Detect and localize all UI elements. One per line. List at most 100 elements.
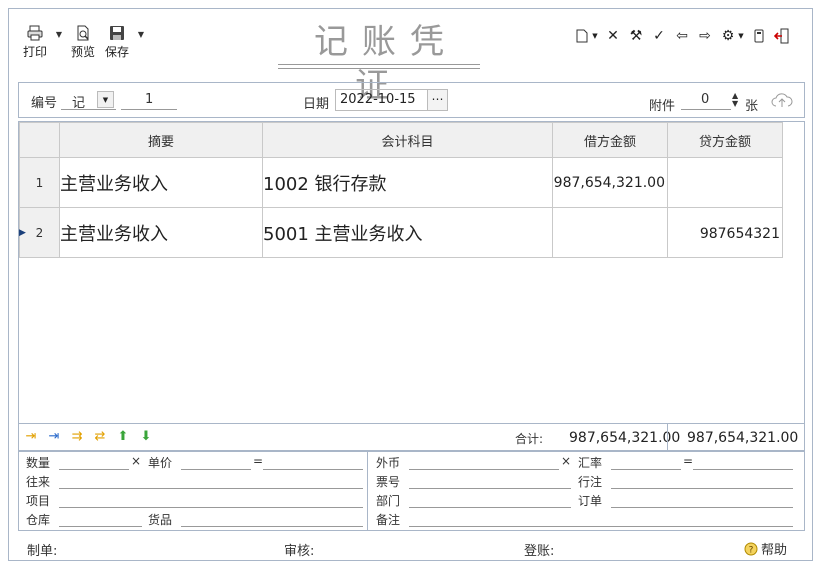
preview-icon (74, 24, 92, 42)
delete-icon[interactable]: ✕ (605, 28, 621, 44)
voucher-type-dropdown-icon[interactable]: ▼ (97, 91, 114, 108)
date-label: 日期 (303, 97, 330, 112)
new-dropdown-icon[interactable]: ▼ (592, 28, 598, 44)
attachment-underline (681, 109, 731, 110)
order-input[interactable] (611, 507, 793, 508)
column-header-debit: 借方金额 (552, 122, 668, 158)
table-row[interactable]: 1 主营业务收入 1002 银行存款 987,654,321.00 (19, 157, 783, 208)
contact-input[interactable] (59, 488, 363, 489)
posted-by-label: 登账: (524, 544, 555, 559)
voucher-number-underline (121, 109, 177, 110)
copy-row-icon[interactable]: ⇉ (69, 429, 85, 444)
save-button[interactable]: 保存 (102, 24, 132, 60)
remark-input[interactable] (409, 526, 793, 527)
department-input[interactable] (409, 507, 571, 508)
attachment-count-input[interactable]: 0 (701, 92, 709, 107)
settings-icon[interactable]: ⚙ (720, 28, 736, 44)
goods-input[interactable] (181, 526, 363, 527)
insert-row-icon[interactable]: ⇥ (23, 429, 39, 444)
times-sign-2: × (561, 454, 572, 468)
voucher-header: 编号 记 ▼ 1 日期 2022-10-15 ⋯ 附件 0 ▲ ▼ 张 (18, 82, 805, 118)
unit-price-label: 单价 (148, 456, 173, 470)
unit-price-input[interactable] (181, 469, 251, 470)
total-debit: 987,654,321.00 (569, 430, 681, 446)
voucher-number-input[interactable]: 1 (145, 92, 153, 107)
bill-number-input[interactable] (409, 488, 571, 489)
debit-cell[interactable] (552, 207, 668, 258)
warehouse-label: 仓库 (26, 513, 51, 527)
voucher-type-underline (61, 109, 116, 110)
foreign-currency-input[interactable] (409, 469, 559, 470)
quantity-input[interactable] (59, 469, 129, 470)
floppy-disk-icon (108, 24, 126, 42)
number-label: 编号 (31, 96, 58, 111)
print-button[interactable]: 打印 (20, 24, 50, 60)
quantity-label: 数量 (26, 456, 51, 470)
help-label: 帮助 (761, 543, 788, 558)
swap-rows-icon[interactable]: ⇄ (92, 429, 108, 444)
project-input[interactable] (59, 507, 363, 508)
bill-number-label: 票号 (376, 475, 401, 489)
row-number-header (19, 122, 60, 158)
table-row[interactable]: ▶ 2 主营业务收入 5001 主营业务收入 987654321 (19, 207, 783, 258)
print-label: 打印 (22, 45, 47, 59)
totals-divider (667, 424, 668, 451)
exchange-rate-input[interactable] (611, 469, 681, 470)
bank-note-label: 行注 (578, 475, 603, 489)
times-sign: × (131, 454, 142, 468)
help-button[interactable]: ? 帮助 (744, 539, 787, 558)
summary-cell[interactable]: 主营业务收入 (59, 157, 263, 208)
title-underline-second (278, 68, 480, 69)
amount-input[interactable] (263, 469, 363, 470)
append-row-icon[interactable]: ⇥ (46, 429, 62, 444)
equals-sign: = (253, 454, 264, 468)
debit-cell[interactable]: 987,654,321.00 (552, 157, 668, 208)
previous-arrow-icon[interactable]: ⇦ (674, 28, 690, 44)
credit-cell[interactable]: 987654321 (667, 207, 783, 258)
preview-button[interactable]: 预览 (68, 24, 98, 60)
save-label: 保存 (104, 45, 129, 59)
svg-text:?: ? (749, 545, 754, 555)
check-icon[interactable]: ✓ (651, 28, 667, 44)
column-header-account: 会计科目 (262, 122, 553, 158)
tools-icon[interactable]: ⚒ (628, 28, 644, 44)
settings-dropdown-icon[interactable]: ▼ (738, 28, 744, 44)
foreign-currency-label: 外币 (376, 456, 401, 470)
save-dropdown-icon[interactable]: ▼ (136, 30, 146, 60)
project-label: 项目 (26, 494, 51, 508)
help-icon: ? (744, 542, 758, 555)
calculator-icon[interactable] (751, 28, 767, 44)
exit-icon[interactable] (774, 28, 790, 44)
print-dropdown-icon[interactable]: ▼ (54, 30, 64, 60)
move-down-icon[interactable]: ⬇ (138, 429, 154, 444)
credit-cell[interactable] (667, 157, 783, 208)
exchange-rate-label: 汇率 (578, 456, 603, 470)
foreign-amount-input[interactable] (693, 469, 793, 470)
current-row-pointer-icon: ▶ (19, 228, 26, 238)
printer-icon (26, 24, 44, 42)
total-label: 合计: (515, 432, 544, 446)
column-header-summary: 摘要 (59, 122, 263, 158)
row-number: ▶ 2 (19, 207, 60, 258)
move-up-icon[interactable]: ⬆ (115, 429, 131, 444)
preview-label: 预览 (70, 45, 95, 59)
table-header-row: 摘要 会计科目 借方金额 贷方金额 (19, 122, 783, 158)
department-label: 部门 (376, 494, 401, 508)
entries-grid: 摘要 会计科目 借方金额 贷方金额 1 主营业务收入 1002 银行存款 987… (18, 121, 805, 424)
account-cell[interactable]: 5001 主营业务收入 (262, 207, 553, 258)
column-header-credit: 贷方金额 (667, 122, 783, 158)
goods-label: 货品 (148, 513, 173, 527)
date-picker-button[interactable]: ⋯ (427, 89, 448, 111)
detail-panel: 数量 × 单价 = 往来 项目 仓库 货品 外币 × 汇率 = 票号 行注 部门… (18, 451, 805, 531)
warehouse-input[interactable] (59, 526, 142, 527)
prepared-by-label: 制单: (27, 544, 58, 559)
row-operations: ⇥ ⇥ ⇉ ⇄ ⬆ ⬇ (23, 429, 154, 444)
next-arrow-icon[interactable]: ⇨ (697, 28, 713, 44)
bank-note-input[interactable] (611, 488, 793, 489)
row-number-text: 2 (35, 225, 44, 240)
account-cell[interactable]: 1002 银行存款 (262, 157, 553, 208)
summary-cell[interactable]: 主营业务收入 (59, 207, 263, 258)
new-document-icon[interactable] (574, 28, 590, 44)
cloud-upload-icon[interactable] (771, 91, 793, 113)
attachment-spinner-icon[interactable]: ▲ ▼ (732, 92, 738, 108)
